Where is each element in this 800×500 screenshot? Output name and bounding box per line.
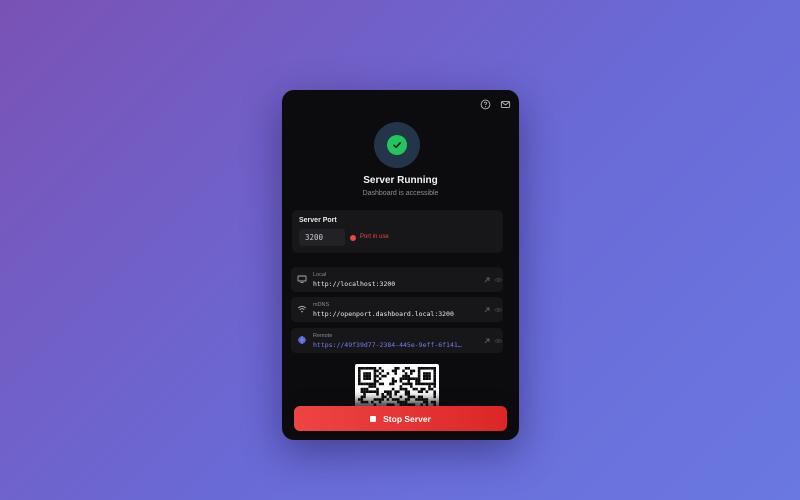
port-status-dot bbox=[350, 235, 356, 241]
url-value[interactable]: https://49f39d77-2384-445e-9eff-6f1417… bbox=[313, 341, 465, 349]
monitor-icon bbox=[297, 274, 307, 284]
status-subtitle: Dashboard is accessible bbox=[362, 190, 439, 197]
stop-server-button[interactable]: Stop Server bbox=[294, 406, 507, 431]
status-indicator bbox=[374, 122, 420, 168]
server-port-label: Server Port bbox=[299, 217, 337, 224]
url-row-local: Local http://localhost:3200 bbox=[291, 267, 503, 292]
open-external-icon[interactable] bbox=[482, 336, 491, 345]
open-external-icon[interactable] bbox=[482, 305, 491, 314]
server-port-card: Server Port Port in use bbox=[292, 210, 503, 253]
url-value[interactable]: http://openport.dashboard.local:3200 bbox=[313, 310, 465, 318]
url-row-mdns: mDNS http://openport.dashboard.local:320… bbox=[291, 297, 503, 322]
server-panel: Server Running Dashboard is accessible S… bbox=[282, 90, 519, 440]
server-port-input[interactable] bbox=[299, 229, 345, 246]
stop-server-label: Stop Server bbox=[383, 413, 431, 424]
check-icon bbox=[387, 135, 407, 155]
eye-icon[interactable] bbox=[494, 336, 503, 345]
eye-icon[interactable] bbox=[494, 305, 503, 314]
status-title: Server Running bbox=[363, 175, 438, 186]
url-label: Local bbox=[313, 272, 327, 278]
url-label: Remote bbox=[313, 333, 333, 339]
wifi-icon bbox=[297, 304, 307, 314]
port-status-text: Port in use bbox=[360, 234, 389, 240]
mail-icon[interactable] bbox=[499, 98, 511, 110]
url-value[interactable]: http://localhost:3200 bbox=[313, 280, 465, 288]
stop-icon bbox=[370, 415, 377, 422]
eye-icon[interactable] bbox=[494, 275, 503, 284]
url-label: mDNS bbox=[313, 302, 330, 308]
open-external-icon[interactable] bbox=[482, 275, 491, 284]
globe-icon bbox=[297, 335, 307, 345]
help-circle-icon[interactable] bbox=[479, 98, 491, 110]
url-row-remote: Remote https://49f39d77-2384-445e-9eff-6… bbox=[291, 328, 503, 353]
qr-code bbox=[355, 364, 439, 408]
